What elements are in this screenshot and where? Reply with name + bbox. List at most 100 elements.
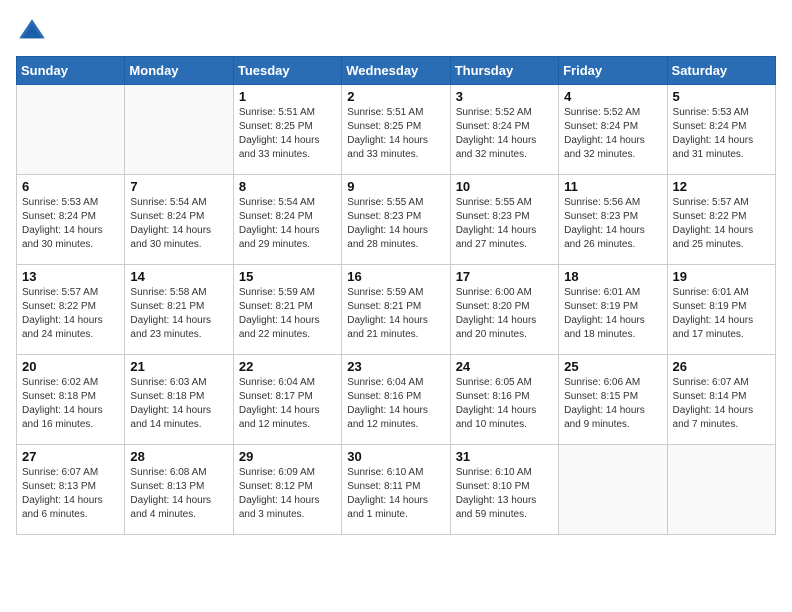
day-number: 20: [22, 359, 119, 374]
day-number: 6: [22, 179, 119, 194]
calendar-cell: 9 Sunrise: 5:55 AM Sunset: 8:23 PM Daylig…: [342, 175, 450, 265]
calendar-cell: 7 Sunrise: 5:54 AM Sunset: 8:24 PM Daylig…: [125, 175, 233, 265]
cell-content: Sunrise: 6:07 AM Sunset: 8:14 PM Dayligh…: [673, 376, 770, 432]
calendar-cell: 3 Sunrise: 5:52 AM Sunset: 8:24 PM Daylig…: [450, 85, 558, 175]
logo: [16, 16, 52, 48]
cell-content: Sunrise: 5:53 AM Sunset: 8:24 PM Dayligh…: [22, 196, 119, 252]
day-number: 21: [130, 359, 227, 374]
day-number: 17: [456, 269, 553, 284]
day-number: 31: [456, 449, 553, 464]
cell-content: Sunrise: 5:55 AM Sunset: 8:23 PM Dayligh…: [456, 196, 553, 252]
day-number: 23: [347, 359, 444, 374]
calendar-cell: 17 Sunrise: 6:00 AM Sunset: 8:20 PM Dayli…: [450, 265, 558, 355]
cell-content: Sunrise: 5:54 AM Sunset: 8:24 PM Dayligh…: [130, 196, 227, 252]
calendar-cell: 22 Sunrise: 6:04 AM Sunset: 8:17 PM Dayli…: [233, 355, 341, 445]
day-header-thursday: Thursday: [450, 57, 558, 85]
day-number: 4: [564, 89, 661, 104]
cell-content: Sunrise: 6:08 AM Sunset: 8:13 PM Dayligh…: [130, 466, 227, 522]
cell-content: Sunrise: 6:00 AM Sunset: 8:20 PM Dayligh…: [456, 286, 553, 342]
day-number: 13: [22, 269, 119, 284]
calendar-cell: 6 Sunrise: 5:53 AM Sunset: 8:24 PM Daylig…: [17, 175, 125, 265]
day-header-tuesday: Tuesday: [233, 57, 341, 85]
calendar-cell: [559, 445, 667, 535]
cell-content: Sunrise: 5:54 AM Sunset: 8:24 PM Dayligh…: [239, 196, 336, 252]
calendar-cell: 18Sunrise: 6:01 AM Sunset: 8:19 PM Dayli…: [559, 265, 667, 355]
cell-content: Sunrise: 5:59 AM Sunset: 8:21 PM Dayligh…: [347, 286, 444, 342]
cell-content: Sunrise: 5:52 AM Sunset: 8:24 PM Dayligh…: [456, 106, 553, 162]
day-number: 2: [347, 89, 444, 104]
day-number: 5: [673, 89, 770, 104]
day-number: 10: [456, 179, 553, 194]
day-number: 16: [347, 269, 444, 284]
cell-content: Sunrise: 6:04 AM Sunset: 8:17 PM Dayligh…: [239, 376, 336, 432]
calendar-cell: [17, 85, 125, 175]
logo-icon: [16, 16, 48, 48]
day-number: 29: [239, 449, 336, 464]
calendar-cell: 5Sunrise: 5:53 AM Sunset: 8:24 PM Daylig…: [667, 85, 775, 175]
calendar-cell: [667, 445, 775, 535]
day-number: 14: [130, 269, 227, 284]
calendar-cell: 21 Sunrise: 6:03 AM Sunset: 8:18 PM Dayli…: [125, 355, 233, 445]
calendar-cell: 25 Sunrise: 6:06 AM Sunset: 8:15 PM Dayli…: [559, 355, 667, 445]
cell-content: Sunrise: 5:56 AM Sunset: 8:23 PM Dayligh…: [564, 196, 661, 252]
day-number: 1: [239, 89, 336, 104]
day-number: 3: [456, 89, 553, 104]
calendar-cell: 16 Sunrise: 5:59 AM Sunset: 8:21 PM Dayli…: [342, 265, 450, 355]
calendar-cell: 20 Sunrise: 6:02 AM Sunset: 8:18 PM Dayli…: [17, 355, 125, 445]
days-header-row: SundayMondayTuesdayWednesdayThursdayFrid…: [17, 57, 776, 85]
cell-content: Sunrise: 6:05 AM Sunset: 8:16 PM Dayligh…: [456, 376, 553, 432]
week-row-5: 27 Sunrise: 6:07 AM Sunset: 8:13 PM Dayli…: [17, 445, 776, 535]
cell-content: Sunrise: 6:01 AM Sunset: 8:19 PM Dayligh…: [673, 286, 770, 342]
calendar-cell: 31 Sunrise: 6:10 AM Sunset: 8:10 PM Dayli…: [450, 445, 558, 535]
day-number: 19: [673, 269, 770, 284]
calendar-cell: 4 Sunrise: 5:52 AM Sunset: 8:24 PM Daylig…: [559, 85, 667, 175]
cell-content: Sunrise: 5:57 AM Sunset: 8:22 PM Dayligh…: [673, 196, 770, 252]
day-number: 12: [673, 179, 770, 194]
cell-content: Sunrise: 6:06 AM Sunset: 8:15 PM Dayligh…: [564, 376, 661, 432]
calendar-cell: [125, 85, 233, 175]
day-number: 8: [239, 179, 336, 194]
day-number: 24: [456, 359, 553, 374]
day-number: 22: [239, 359, 336, 374]
cell-content: Sunrise: 6:04 AM Sunset: 8:16 PM Dayligh…: [347, 376, 444, 432]
day-number: 26: [673, 359, 770, 374]
page-header: [16, 16, 776, 48]
cell-content: Sunrise: 5:52 AM Sunset: 8:24 PM Dayligh…: [564, 106, 661, 162]
calendar-cell: 19 Sunrise: 6:01 AM Sunset: 8:19 PM Dayli…: [667, 265, 775, 355]
cell-content: Sunrise: 6:03 AM Sunset: 8:18 PM Dayligh…: [130, 376, 227, 432]
calendar-cell: 13 Sunrise: 5:57 AM Sunset: 8:22 PM Dayli…: [17, 265, 125, 355]
calendar-cell: 15Sunrise: 5:59 AM Sunset: 8:21 PM Dayli…: [233, 265, 341, 355]
week-row-2: 6 Sunrise: 5:53 AM Sunset: 8:24 PM Daylig…: [17, 175, 776, 265]
day-number: 28: [130, 449, 227, 464]
calendar-cell: 8 Sunrise: 5:54 AM Sunset: 8:24 PM Daylig…: [233, 175, 341, 265]
calendar-table: SundayMondayTuesdayWednesdayThursdayFrid…: [16, 56, 776, 535]
cell-content: Sunrise: 5:51 AM Sunset: 8:25 PM Dayligh…: [239, 106, 336, 162]
calendar-cell: 29Sunrise: 6:09 AM Sunset: 8:12 PM Dayli…: [233, 445, 341, 535]
calendar-cell: 30 Sunrise: 6:10 AM Sunset: 8:11 PM Dayli…: [342, 445, 450, 535]
day-number: 30: [347, 449, 444, 464]
day-header-monday: Monday: [125, 57, 233, 85]
calendar-cell: 11 Sunrise: 5:56 AM Sunset: 8:23 PM Dayli…: [559, 175, 667, 265]
day-number: 9: [347, 179, 444, 194]
cell-content: Sunrise: 5:58 AM Sunset: 8:21 PM Dayligh…: [130, 286, 227, 342]
day-number: 7: [130, 179, 227, 194]
calendar-cell: 14 Sunrise: 5:58 AM Sunset: 8:21 PM Dayli…: [125, 265, 233, 355]
day-number: 15: [239, 269, 336, 284]
calendar-cell: 23 Sunrise: 6:04 AM Sunset: 8:16 PM Dayli…: [342, 355, 450, 445]
day-number: 27: [22, 449, 119, 464]
cell-content: Sunrise: 6:02 AM Sunset: 8:18 PM Dayligh…: [22, 376, 119, 432]
day-header-sunday: Sunday: [17, 57, 125, 85]
day-number: 18: [564, 269, 661, 284]
day-header-saturday: Saturday: [667, 57, 775, 85]
day-number: 11: [564, 179, 661, 194]
cell-content: Sunrise: 6:10 AM Sunset: 8:11 PM Dayligh…: [347, 466, 444, 522]
calendar-cell: 24 Sunrise: 6:05 AM Sunset: 8:16 PM Dayli…: [450, 355, 558, 445]
cell-content: Sunrise: 5:55 AM Sunset: 8:23 PM Dayligh…: [347, 196, 444, 252]
cell-content: Sunrise: 5:57 AM Sunset: 8:22 PM Dayligh…: [22, 286, 119, 342]
day-header-wednesday: Wednesday: [342, 57, 450, 85]
day-number: 25: [564, 359, 661, 374]
cell-content: Sunrise: 6:10 AM Sunset: 8:10 PM Dayligh…: [456, 466, 553, 522]
cell-content: Sunrise: 6:07 AM Sunset: 8:13 PM Dayligh…: [22, 466, 119, 522]
calendar-cell: 28 Sunrise: 6:08 AM Sunset: 8:13 PM Dayli…: [125, 445, 233, 535]
calendar-cell: 1 Sunrise: 5:51 AM Sunset: 8:25 PM Daylig…: [233, 85, 341, 175]
